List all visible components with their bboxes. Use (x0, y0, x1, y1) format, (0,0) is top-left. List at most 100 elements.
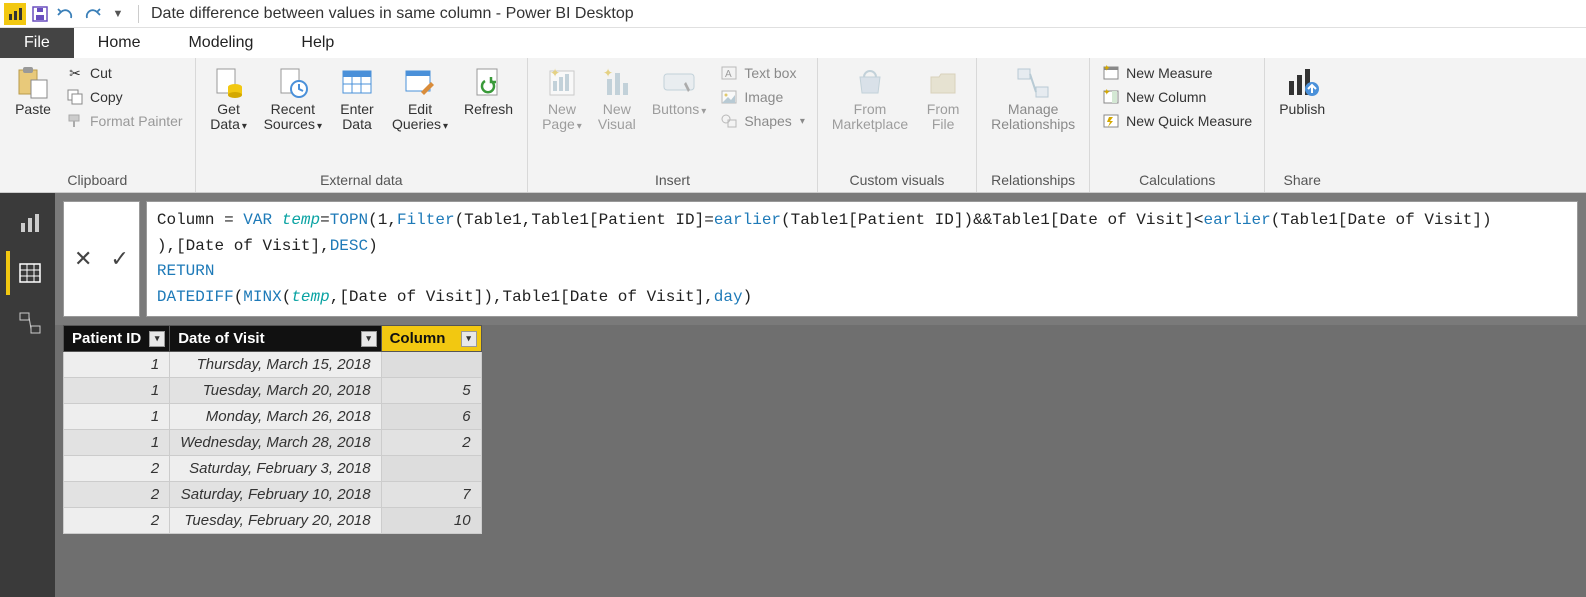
table-row[interactable]: 1Thursday, March 15, 2018 (64, 352, 482, 378)
relationships-icon (1016, 66, 1050, 100)
table-row[interactable]: 1Monday, March 26, 20186 (64, 404, 482, 430)
new-visual-button[interactable]: ✦ NewVisual (592, 62, 642, 137)
table-row[interactable]: 2Tuesday, February 20, 201810 (64, 508, 482, 534)
formula-input[interactable]: Column = VAR temp=TOPN(1,Filter(Table1,T… (146, 201, 1578, 317)
table-row[interactable]: 2Saturday, February 10, 20187 (64, 482, 482, 508)
cell-patient-id[interactable]: 1 (64, 352, 170, 378)
column-header-date-of-visit[interactable]: Date of Visit▾ (170, 326, 381, 352)
qat-save-button[interactable] (28, 2, 52, 26)
buttons-button[interactable]: Buttons (646, 62, 713, 121)
qat-redo-button[interactable] (80, 2, 104, 26)
nav-report-view[interactable] (6, 201, 50, 245)
new-measure-button[interactable]: ✦ New Measure (1098, 62, 1256, 84)
refresh-button[interactable]: Refresh (458, 62, 519, 121)
new-quick-measure-icon (1102, 112, 1120, 130)
cell-column[interactable] (381, 456, 481, 482)
cell-column[interactable]: 2 (381, 430, 481, 456)
copy-icon (66, 88, 84, 106)
qat-undo-button[interactable] (54, 2, 78, 26)
enter-data-icon (340, 66, 374, 100)
cell-date[interactable]: Tuesday, February 20, 2018 (170, 508, 381, 534)
filter-icon[interactable]: ▾ (461, 331, 477, 347)
cut-icon: ✂ (66, 64, 84, 82)
shapes-button[interactable]: Shapes (716, 110, 809, 132)
tab-help[interactable]: Help (277, 28, 358, 58)
ribbon-group-relationships: ManageRelationships Relationships (977, 58, 1090, 192)
tab-file[interactable]: File (0, 28, 74, 58)
cell-column[interactable]: 6 (381, 404, 481, 430)
paste-button[interactable]: Paste (8, 62, 58, 121)
cell-date[interactable]: Saturday, February 3, 2018 (170, 456, 381, 482)
cell-patient-id[interactable]: 2 (64, 482, 170, 508)
column-header-patient-id[interactable]: Patient ID▾ (64, 326, 170, 352)
publish-icon (1285, 66, 1319, 100)
app-icon (4, 3, 26, 25)
formula-commit-button[interactable]: ✓ (110, 246, 128, 272)
table-row[interactable]: 1Wednesday, March 28, 20182 (64, 430, 482, 456)
cell-date[interactable]: Thursday, March 15, 2018 (170, 352, 381, 378)
manage-relationships-button[interactable]: ManageRelationships (985, 62, 1081, 137)
tab-modeling[interactable]: Modeling (164, 28, 277, 58)
nav-model-view[interactable] (6, 301, 50, 345)
image-button[interactable]: Image (716, 86, 809, 108)
cell-patient-id[interactable]: 2 (64, 456, 170, 482)
copy-button[interactable]: Copy (62, 86, 187, 108)
edit-queries-button[interactable]: EditQueries (386, 62, 454, 137)
table-row[interactable]: 2Saturday, February 3, 2018 (64, 456, 482, 482)
text-box-button[interactable]: A Text box (716, 62, 809, 84)
cell-column[interactable]: 7 (381, 482, 481, 508)
new-measure-label: New Measure (1126, 65, 1212, 81)
marketplace-icon (853, 66, 887, 100)
paste-label: Paste (15, 102, 51, 117)
shapes-label: Shapes (744, 113, 791, 129)
cell-patient-id[interactable]: 1 (64, 378, 170, 404)
nav-data-view[interactable] (6, 251, 50, 295)
left-nav (0, 193, 55, 597)
qat-customize-button[interactable]: ▼ (106, 2, 130, 26)
cell-date[interactable]: Tuesday, March 20, 2018 (170, 378, 381, 404)
main-area: ✕ ✓ Column = VAR temp=TOPN(1,Filter(Tabl… (0, 193, 1586, 597)
svg-text:✦: ✦ (603, 67, 613, 80)
ribbon: Paste ✂ Cut Copy Format Painter (0, 58, 1586, 193)
new-column-button[interactable]: ✦ New Column (1098, 86, 1256, 108)
format-painter-button[interactable]: Format Painter (62, 110, 187, 132)
from-marketplace-label: FromMarketplace (832, 102, 908, 133)
group-label-clipboard: Clipboard (8, 170, 187, 190)
ribbon-group-external-data: GetData RecentSources EnterData EditQuer… (196, 58, 528, 192)
cell-date[interactable]: Saturday, February 10, 2018 (170, 482, 381, 508)
new-quick-measure-label: New Quick Measure (1126, 113, 1252, 129)
cell-patient-id[interactable]: 1 (64, 430, 170, 456)
manage-relationships-label: ManageRelationships (991, 102, 1075, 133)
filter-icon[interactable]: ▾ (361, 331, 377, 347)
get-data-icon (212, 66, 246, 100)
new-page-button[interactable]: ✦ NewPage (536, 62, 588, 137)
new-quick-measure-button[interactable]: New Quick Measure (1098, 110, 1256, 132)
text-box-icon: A (720, 64, 738, 82)
cell-date[interactable]: Wednesday, March 28, 2018 (170, 430, 381, 456)
group-label-relationships: Relationships (985, 170, 1081, 190)
recent-sources-button[interactable]: RecentSources (258, 62, 328, 137)
column-header-column[interactable]: Column▾ (381, 326, 481, 352)
cell-column[interactable]: 5 (381, 378, 481, 404)
from-file-button[interactable]: FromFile (918, 62, 968, 137)
table-row[interactable]: 1Tuesday, March 20, 20185 (64, 378, 482, 404)
cell-date[interactable]: Monday, March 26, 2018 (170, 404, 381, 430)
cell-patient-id[interactable]: 2 (64, 508, 170, 534)
from-marketplace-button[interactable]: FromMarketplace (826, 62, 914, 137)
new-page-label: NewPage (542, 102, 582, 133)
data-grid[interactable]: Patient ID▾ Date of Visit▾ Column▾ 1Thur… (63, 325, 1586, 534)
formula-cancel-button[interactable]: ✕ (74, 246, 92, 272)
cell-patient-id[interactable]: 1 (64, 404, 170, 430)
cell-column[interactable] (381, 352, 481, 378)
tab-home[interactable]: Home (74, 28, 165, 58)
filter-icon[interactable]: ▾ (149, 331, 165, 347)
enter-data-button[interactable]: EnterData (332, 62, 382, 137)
publish-button[interactable]: Publish (1273, 62, 1331, 121)
refresh-icon (472, 66, 506, 100)
cell-column[interactable]: 10 (381, 508, 481, 534)
group-label-calculations: Calculations (1098, 170, 1256, 190)
svg-text:✦: ✦ (550, 67, 560, 80)
get-data-button[interactable]: GetData (204, 62, 254, 137)
ribbon-group-share: Publish Share (1265, 58, 1339, 192)
cut-button[interactable]: ✂ Cut (62, 62, 187, 84)
